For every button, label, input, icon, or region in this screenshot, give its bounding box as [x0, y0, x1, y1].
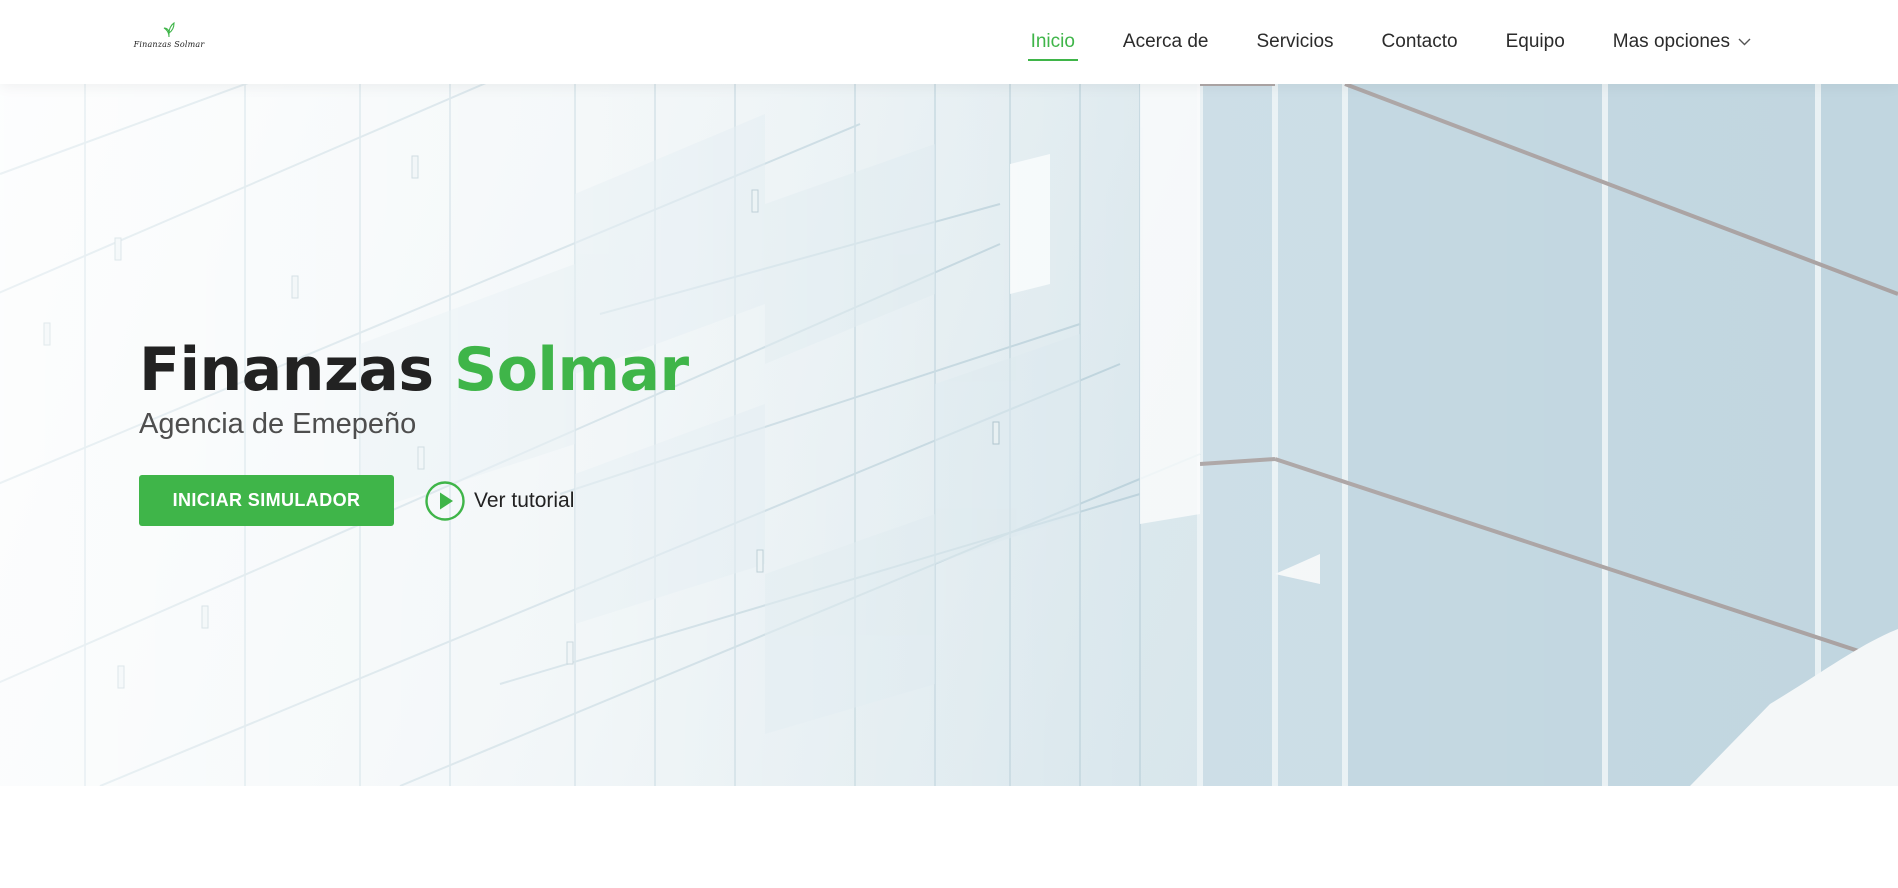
- hero-title-main: Finanzas: [139, 335, 434, 405]
- hero-actions: INICIAR SIMULADOR Ver tutorial: [139, 475, 689, 526]
- nav-item-label: Equipo: [1505, 31, 1565, 52]
- brand-logo[interactable]: Finanzas Solmar: [134, 22, 204, 58]
- nav-item-label: Contacto: [1381, 31, 1458, 52]
- nav-item-mas-opciones[interactable]: Mas opciones: [1610, 23, 1754, 61]
- nav-item-label: Mas opciones: [1612, 31, 1730, 52]
- nav-item-contacto[interactable]: Contacto: [1379, 23, 1461, 61]
- hero-subtitle: Agencia de Emepeño: [139, 408, 417, 440]
- below-hero-area: [0, 786, 1898, 888]
- hero-title: Finanzas Solmar: [139, 334, 689, 406]
- nav-item-label: Acerca de: [1122, 31, 1209, 52]
- nav-item-label: Inicio: [1030, 31, 1075, 52]
- site-header: Finanzas Solmar Inicio Acerca de Servici…: [0, 0, 1898, 84]
- start-simulator-button[interactable]: INICIAR SIMULADOR: [139, 475, 394, 526]
- logo-text: Finanzas Solmar: [133, 40, 205, 49]
- nav-item-inicio[interactable]: Inicio: [1027, 23, 1079, 61]
- leaf-icon: [163, 22, 175, 38]
- main-nav: Inicio Acerca de Servicios Contacto Equi…: [986, 0, 1754, 84]
- hero-section: Finanzas Solmar Agencia de Emepeño INICI…: [0, 84, 1898, 786]
- nav-item-acerca-de[interactable]: Acerca de: [1120, 23, 1212, 61]
- hero-content: Finanzas Solmar Agencia de Emepeño INICI…: [139, 334, 689, 526]
- hero-title-accent: Solmar: [453, 335, 689, 405]
- nav-item-servicios[interactable]: Servicios: [1253, 23, 1336, 61]
- tutorial-label: Ver tutorial: [474, 488, 575, 512]
- nav-item-label: Servicios: [1256, 31, 1334, 52]
- chevron-down-icon: [1738, 38, 1751, 46]
- nav-item-equipo[interactable]: Equipo: [1503, 23, 1568, 61]
- tutorial-link[interactable]: Ver tutorial: [425, 480, 575, 521]
- play-circle-icon: [425, 480, 465, 521]
